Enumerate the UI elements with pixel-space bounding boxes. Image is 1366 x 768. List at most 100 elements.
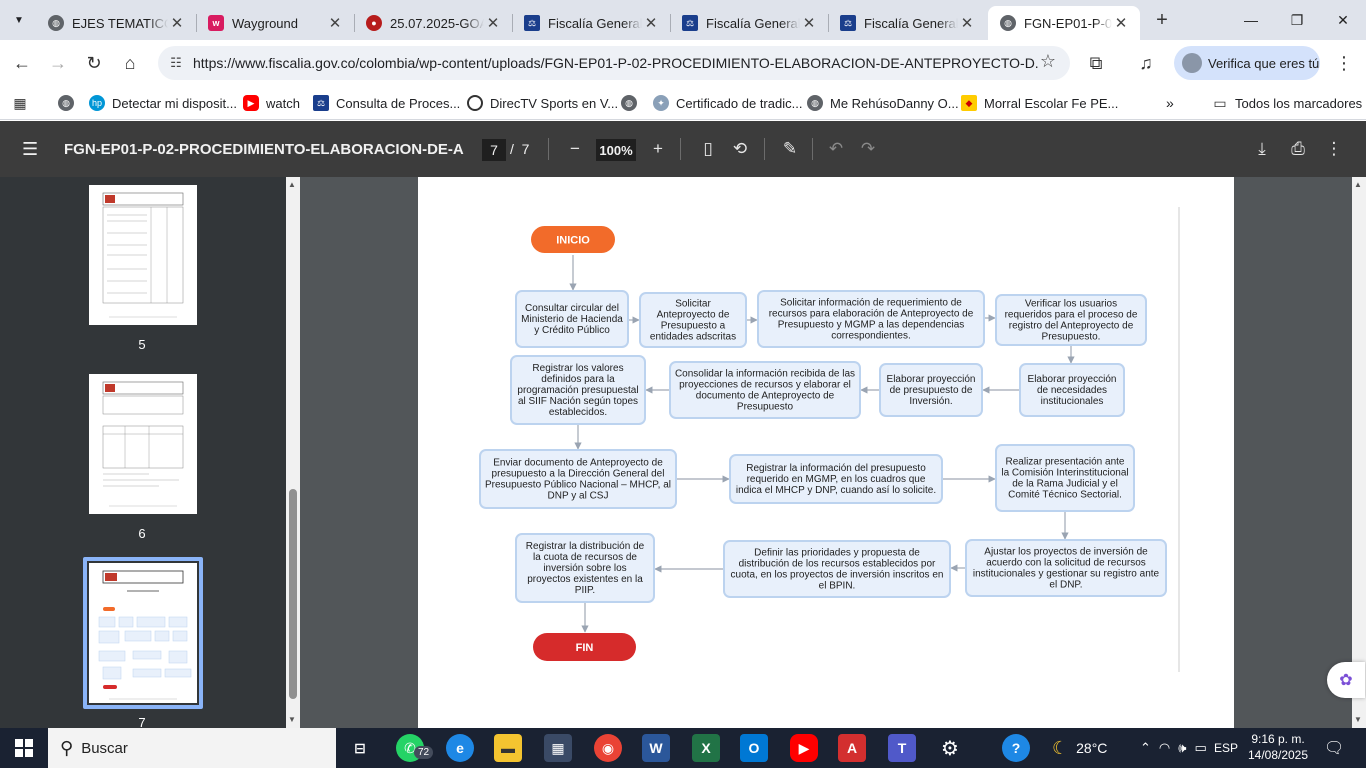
weather-widget[interactable]: ☾ 28°C [1052, 728, 1107, 768]
profile-button[interactable]: Verifica que eres tú [1174, 46, 1320, 80]
scroll-up-icon[interactable]: ▲ [1354, 180, 1362, 189]
tab-5[interactable]: ⚖ Fiscalía General ✕ [828, 6, 986, 40]
bookmark-hp[interactable]: hp Detectar mi disposit... [89, 92, 237, 114]
close-icon[interactable]: ✕ [800, 14, 818, 32]
sidebar-scroll-thumb[interactable] [289, 489, 297, 699]
tab-1[interactable]: w Wayground ✕ [196, 6, 354, 40]
taskbar-clock[interactable]: 9:16 p. m. 14/08/2025 [1244, 731, 1312, 763]
reload-button[interactable]: ↻ [80, 49, 108, 77]
flow-row1-box-0: Consultar circular delMinisterio de Haci… [515, 290, 629, 348]
zoom-in-button[interactable]: + [646, 137, 670, 161]
pdf-page-7: INICIO Consultar circular del Ministerio d… [418, 177, 1234, 728]
chrome-icon: ◉ [601, 739, 615, 756]
tab-0[interactable]: ◍ EJES TEMATICOS ✕ [36, 6, 196, 40]
teams-button[interactable]: T [888, 734, 916, 762]
battery-icon[interactable]: ▭ [1194, 740, 1206, 756]
bookmark-watch[interactable]: ▶ watch [243, 92, 300, 114]
svg-text:Anteproyecto de: Anteproyecto de [657, 310, 730, 321]
tab-6-active[interactable]: ◍ FGN-EP01-P-02- ✕ [988, 6, 1140, 40]
bookmark-rehuso[interactable]: ◍ Me RehúsoDanny O... [807, 92, 959, 114]
zoom-out-button[interactable]: − [563, 137, 587, 161]
acrobat-button[interactable]: A [838, 734, 866, 762]
download-button[interactable]: ⤓ [1250, 137, 1274, 161]
bookmark-consulta[interactable]: ⚖ Consulta de Proces... [313, 92, 460, 114]
print-button[interactable]: ⎙ [1286, 137, 1310, 161]
bookmark-directv[interactable]: DirecTV Sports en V... [467, 92, 618, 114]
close-icon[interactable]: ✕ [958, 14, 976, 32]
notification-button[interactable]: 🗨 [1324, 728, 1344, 768]
help-button[interactable]: ? [1002, 734, 1030, 762]
tray-icons[interactable]: ⌃ ◠ 🕪 ▭ [1140, 728, 1207, 768]
site-info-icon[interactable]: ☷ [166, 53, 186, 73]
bookmark-globe-2[interactable]: ◍ [621, 92, 644, 114]
minimize-button[interactable]: — [1228, 4, 1274, 36]
tab-3[interactable]: ⚖ Fiscalía General ✕ [512, 6, 670, 40]
help-icon: ? [1011, 740, 1021, 756]
back-button[interactable]: ← [8, 49, 36, 77]
bookmark-globe[interactable]: ◍ [58, 92, 81, 114]
scroll-down-icon[interactable]: ▼ [288, 715, 296, 724]
store-button[interactable]: ▦ [544, 734, 572, 762]
apps-button[interactable]: ▦ [12, 92, 35, 114]
page-number-input[interactable]: 7 [482, 139, 506, 161]
settings-button[interactable]: ⚙ [936, 734, 964, 762]
pdf-more-button[interactable]: ⋮ [1322, 137, 1346, 161]
svg-text:el BPIN.: el BPIN. [819, 581, 856, 592]
chevron-up-icon[interactable]: ⌃ [1140, 740, 1151, 756]
forward-button[interactable]: → [44, 49, 72, 77]
zoom-input[interactable]: 100% [596, 139, 636, 161]
close-icon[interactable]: ✕ [326, 14, 344, 32]
language-indicator[interactable]: ESP [1214, 728, 1238, 768]
new-tab-button[interactable]: + [1150, 8, 1174, 32]
outlook-button[interactable]: O [740, 734, 768, 762]
annotate-button[interactable]: ✎ [778, 137, 802, 161]
redo-button[interactable]: ↷ [856, 137, 880, 161]
close-window-button[interactable]: ✕ [1320, 4, 1366, 36]
viewer-scrollbar[interactable]: ▲ ▼ [1352, 177, 1366, 728]
close-icon[interactable]: ✕ [484, 14, 502, 32]
start-button[interactable] [0, 728, 48, 768]
address-bar[interactable]: ☷ https://www.fiscalia.gov.co/colombia/w… [158, 46, 1070, 80]
rotate-button[interactable]: ⟲ [728, 137, 752, 161]
close-icon[interactable]: ✕ [1112, 14, 1130, 32]
print-icon: ⎙ [1291, 139, 1305, 158]
url-text[interactable]: https://www.fiscalia.gov.co/colombia/wp-… [193, 55, 1038, 71]
hp-icon: hp [89, 95, 105, 111]
sidebar-scrollbar[interactable]: ▲ ▼ [286, 177, 300, 728]
tab-2[interactable]: ● 25.07.2025-GOA ✕ [354, 6, 512, 40]
file-explorer-button[interactable]: ▬ [494, 734, 522, 762]
close-icon[interactable]: ✕ [642, 14, 660, 32]
maximize-button[interactable]: ❐ [1274, 4, 1320, 36]
thumbnail-page-7[interactable] [89, 563, 197, 703]
scroll-down-icon[interactable]: ▼ [1354, 715, 1362, 724]
thumbnail-page-5[interactable] [89, 185, 197, 325]
fit-page-button[interactable]: ▯ [696, 137, 720, 161]
bookmark-star-icon[interactable]: ☆ [1040, 51, 1056, 72]
copilot-sidebar-button[interactable]: ✿ [1327, 662, 1365, 698]
edge-button[interactable]: e [446, 734, 474, 762]
extensions-button[interactable]: ⧉ [1082, 49, 1110, 77]
task-view-button[interactable]: ⊟ [346, 734, 374, 762]
word-button[interactable]: W [642, 734, 670, 762]
wifi-icon[interactable]: ◠ [1159, 740, 1170, 756]
taskbar-search[interactable]: ⚲ Buscar [48, 728, 336, 768]
bookmark-certificado[interactable]: ✦ Certificado de tradic... [653, 92, 802, 114]
youtube-button[interactable]: ▶ [790, 734, 818, 762]
bookmarks-overflow-button[interactable]: » [1166, 92, 1174, 114]
all-bookmarks-button[interactable]: ▭ Todos los marcadores [1212, 92, 1362, 114]
chrome-button[interactable]: ◉ [594, 734, 622, 762]
volume-icon[interactable]: 🕪 [1178, 740, 1186, 756]
undo-button[interactable]: ↶ [824, 137, 848, 161]
home-button[interactable]: ⌂ [116, 49, 144, 77]
thumbnail-page-6[interactable] [89, 374, 197, 514]
close-icon[interactable]: ✕ [168, 14, 186, 32]
excel-button[interactable]: X [692, 734, 720, 762]
consulta-icon: ⚖ [313, 95, 329, 111]
media-control-button[interactable]: ♫ [1132, 49, 1160, 77]
tab-4[interactable]: ⚖ Fiscalía General ✕ [670, 6, 828, 40]
bookmark-morral[interactable]: ◆ Morral Escolar Fe PE... [961, 92, 1118, 114]
browser-menu-button[interactable]: ⋮ [1330, 49, 1358, 77]
tab-search-button[interactable]: ▼ [6, 7, 32, 33]
sidebar-menu-icon[interactable]: ☰ [22, 139, 38, 160]
scroll-up-icon[interactable]: ▲ [288, 180, 296, 189]
